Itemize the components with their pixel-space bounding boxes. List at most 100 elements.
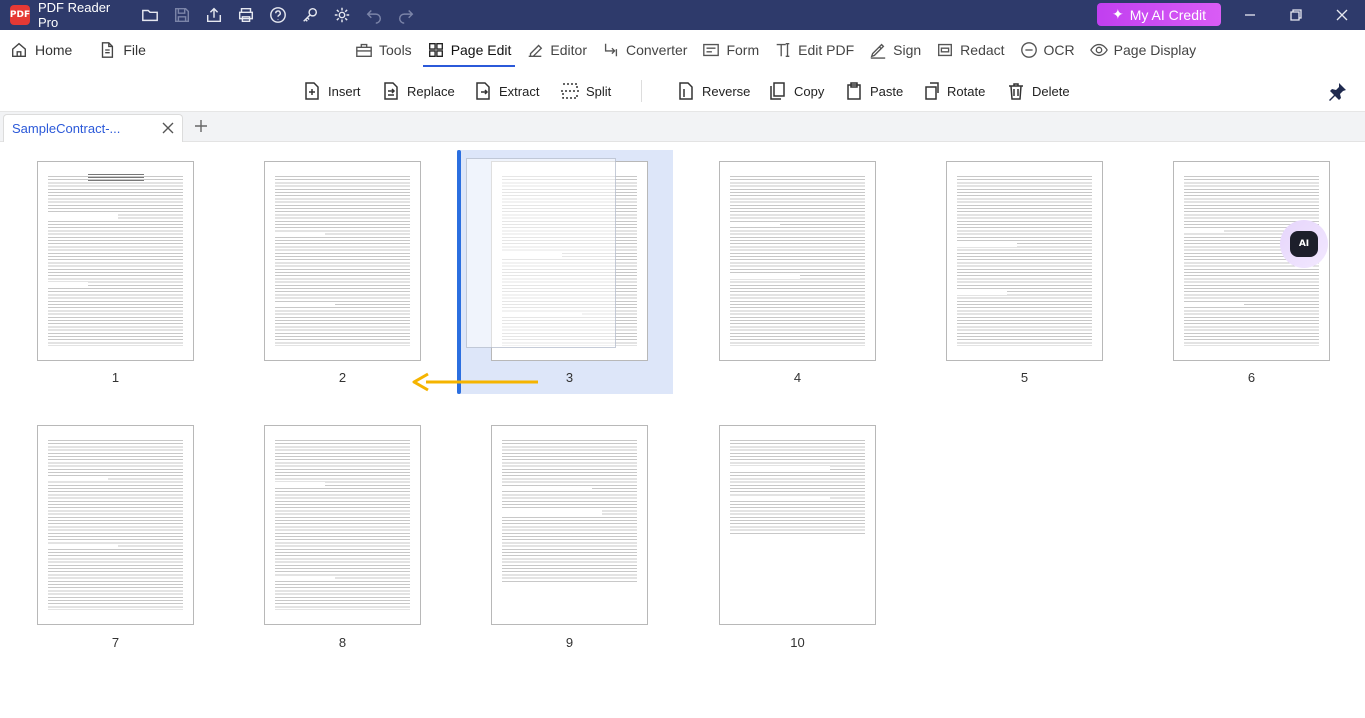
title-bar: PDF PDF Reader Pro ✦ My AI Credit [0, 0, 1365, 30]
tab-label: Edit PDF [798, 42, 855, 58]
paste-icon [847, 82, 861, 100]
close-window-icon[interactable] [1319, 0, 1365, 30]
delete-button[interactable]: Delete [1006, 79, 1070, 103]
extract-button[interactable]: Extract [473, 79, 539, 103]
tab-label: Converter [625, 42, 688, 58]
page-thumbnail-8[interactable] [264, 425, 421, 625]
document-tab[interactable]: SampleContract-... [3, 114, 183, 142]
copy-icon [770, 82, 785, 100]
page-edit-toolbar: Insert Replace Extract Split Reverse Cop… [0, 70, 1365, 112]
drag-arrow-icon [412, 372, 538, 392]
ai-assistant-button[interactable]: AI [1280, 220, 1328, 268]
replace-icon [384, 82, 398, 100]
share-icon[interactable] [198, 0, 230, 30]
tab-label: Redact [960, 42, 1005, 58]
close-tab-icon[interactable] [162, 122, 174, 134]
toolbox-icon [356, 43, 372, 57]
insert-icon [305, 82, 319, 100]
home-menu[interactable]: Home [0, 30, 82, 70]
extract-icon [476, 82, 490, 100]
copy-button[interactable]: Copy [768, 79, 824, 103]
text-edit-icon [776, 43, 790, 57]
split-label: Split [586, 83, 612, 99]
drop-position-indicator [457, 150, 461, 394]
tab-sign[interactable]: Sign [863, 30, 927, 70]
tab-tools[interactable]: Tools [349, 30, 418, 70]
pin-icon[interactable] [1327, 82, 1347, 102]
save-icon[interactable] [166, 0, 198, 30]
restore-icon[interactable] [1273, 0, 1319, 30]
tab-label: Page Edit [450, 42, 512, 58]
file-menu[interactable]: File [88, 30, 156, 70]
tab-page-display[interactable]: Page Display [1084, 30, 1203, 70]
tab-label: OCR [1043, 42, 1075, 58]
insert-button[interactable]: Insert [302, 79, 361, 103]
robot-icon: AI [1290, 231, 1318, 257]
rotate-label: Rotate [947, 83, 986, 99]
key-icon[interactable] [294, 0, 326, 30]
app-name: PDF Reader Pro [38, 0, 111, 30]
page-number: 10 [790, 635, 805, 650]
page-number: 5 [1020, 370, 1029, 385]
ai-credit-label: My AI Credit [1129, 6, 1206, 23]
form-icon [703, 43, 720, 57]
page-thumbnail-1[interactable] [37, 161, 194, 361]
paste-button[interactable]: Paste [844, 79, 903, 103]
replace-label: Replace [407, 83, 455, 99]
extract-label: Extract [499, 83, 540, 99]
tab-form[interactable]: Form [696, 30, 765, 70]
menu-bar: Home File Tools Page Edit Editor Convert… [0, 30, 1365, 70]
reverse-icon [679, 82, 693, 100]
page-number: 8 [338, 635, 347, 650]
page-number: 7 [111, 635, 120, 650]
page-thumbnail-2[interactable] [264, 161, 421, 361]
page-number: 2 [338, 370, 347, 385]
window-controls [1227, 0, 1365, 30]
help-icon[interactable] [262, 0, 294, 30]
tab-redact[interactable]: Redact [930, 30, 1010, 70]
tab-editor[interactable]: Editor [520, 30, 593, 70]
home-icon [12, 42, 26, 57]
tab-page-edit[interactable]: Page Edit [421, 30, 518, 70]
reverse-button[interactable]: Reverse [676, 79, 750, 103]
rotate-button[interactable]: Rotate [921, 79, 985, 103]
page-thumbnail-4[interactable] [719, 161, 876, 361]
edit-icon [529, 44, 543, 57]
tab-label: Editor [550, 42, 587, 58]
page-thumbnail-10[interactable] [719, 425, 876, 625]
page-number: 9 [565, 635, 574, 650]
home-label: Home [35, 42, 73, 58]
page-thumbnail-7[interactable] [37, 425, 194, 625]
reverse-label: Reverse [702, 83, 751, 99]
paste-label: Paste [870, 83, 904, 99]
split-button[interactable]: Split [560, 79, 611, 103]
tab-edit-pdf[interactable]: Edit PDF [768, 30, 860, 70]
file-label: File [123, 42, 146, 58]
tab-ocr[interactable]: OCR [1014, 30, 1081, 70]
toolbar-divider [641, 80, 642, 102]
minimize-icon[interactable] [1227, 0, 1273, 30]
copy-label: Copy [794, 83, 825, 99]
page-thumbnail-5[interactable] [946, 161, 1103, 361]
page-number: 6 [1247, 370, 1256, 385]
page-number: 4 [793, 370, 802, 385]
add-tab-icon[interactable] [193, 118, 211, 136]
settings-icon[interactable] [326, 0, 358, 30]
tab-converter[interactable]: Converter [596, 30, 693, 70]
print-icon[interactable] [230, 0, 262, 30]
sparkle-icon: ✦ [1112, 6, 1124, 22]
app-logo: PDF [10, 5, 30, 25]
rotate-icon [925, 82, 939, 100]
convert-icon [604, 43, 618, 57]
eye-icon [1089, 43, 1108, 57]
undo-icon[interactable] [358, 0, 390, 30]
replace-button[interactable]: Replace [381, 79, 455, 103]
grid-icon [428, 43, 443, 57]
page-thumbnail-9[interactable] [491, 425, 648, 625]
tab-label: Page Display [1113, 42, 1197, 58]
redo-icon[interactable] [390, 0, 422, 30]
split-icon [561, 83, 579, 99]
open-folder-icon[interactable] [134, 0, 166, 30]
tab-label: Sign [893, 42, 922, 58]
ai-credit-button[interactable]: ✦ My AI Credit [1097, 3, 1221, 26]
